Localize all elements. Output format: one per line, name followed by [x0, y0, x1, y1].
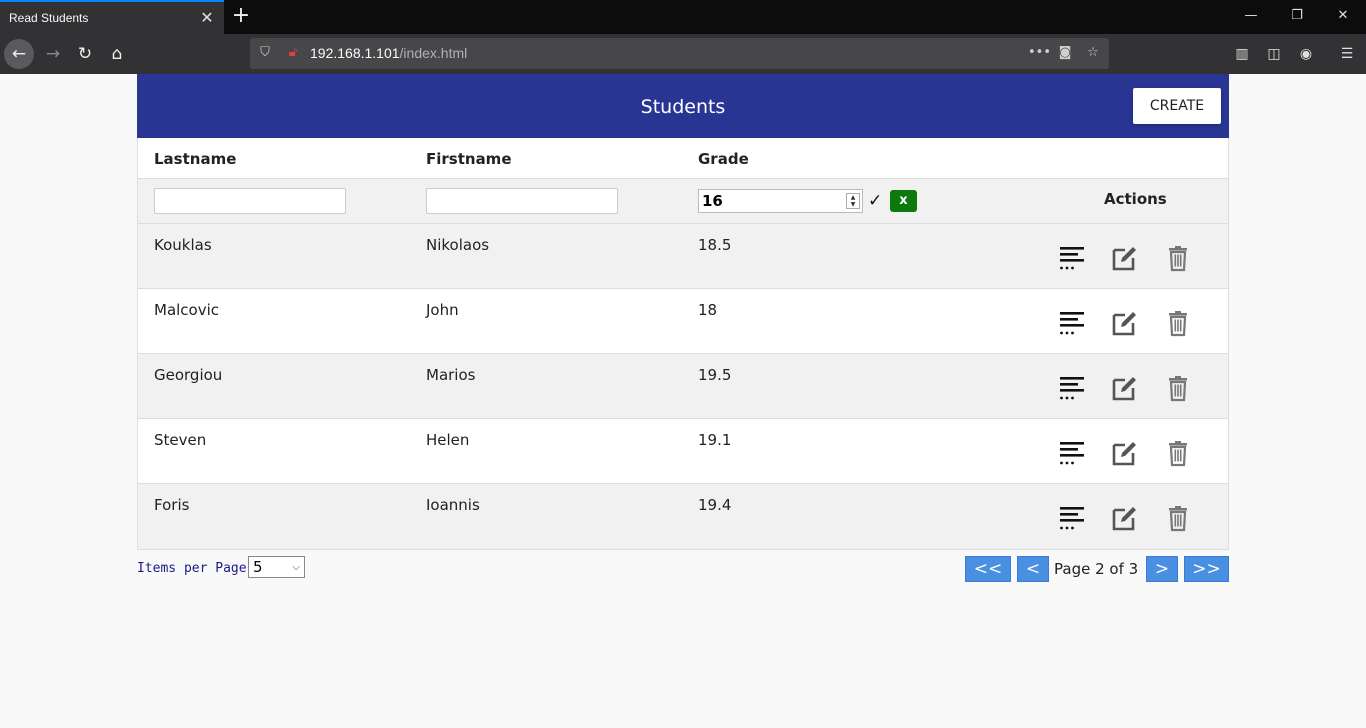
minimize-icon[interactable]: —	[1240, 6, 1262, 26]
cell-grade: 19.1	[698, 431, 732, 449]
account-icon[interactable]: ◉	[1296, 44, 1316, 64]
next-page-button[interactable]: >	[1146, 556, 1178, 582]
trash-icon[interactable]	[1164, 309, 1192, 337]
chevron-down-icon: ⌵	[292, 562, 300, 573]
page-indicator: Page 2 of 3	[1054, 560, 1139, 578]
page-title: Students	[640, 96, 726, 118]
cell-lastname: Kouklas	[154, 236, 212, 254]
trash-icon[interactable]	[1164, 504, 1192, 532]
column-header-lastname[interactable]: Lastname	[154, 150, 236, 168]
url-bar[interactable]: ⛉ 🔓︎ 192.168.1.101/index.html ••• ◙ ☆	[250, 38, 1109, 69]
last-page-button[interactable]: >>	[1184, 556, 1229, 582]
table-body: Kouklas Nikolaos 18.5 Malcovic John 18 G…	[138, 224, 1228, 549]
table-row: Steven Helen 19.1	[138, 419, 1228, 484]
browser-tab-bar: Read Students ✕ + — ❐ ✕	[0, 0, 1366, 34]
first-page-button[interactable]: <<	[965, 556, 1011, 582]
browser-nav-bar: ← → ↻ ⌂ ⛉ 🔓︎ 192.168.1.101/index.html ••…	[0, 34, 1366, 74]
insecure-lock-icon[interactable]: 🔓︎	[284, 44, 302, 62]
edit-icon[interactable]	[1110, 374, 1138, 402]
cell-firstname: Marios	[426, 366, 476, 384]
cell-firstname: Helen	[426, 431, 470, 449]
create-button[interactable]: CREATE	[1133, 88, 1221, 124]
clear-filter-button[interactable]: x	[890, 190, 917, 212]
prev-page-button[interactable]: <	[1017, 556, 1049, 582]
shield-icon[interactable]: ⛉	[256, 44, 274, 62]
browser-tab[interactable]: Read Students ✕	[0, 0, 224, 34]
home-icon[interactable]: ⌂	[102, 39, 132, 69]
cell-firstname: Nikolaos	[426, 236, 490, 254]
bookmark-star-icon[interactable]: ☆	[1084, 44, 1102, 62]
cell-lastname: Georgiou	[154, 366, 223, 384]
grade-spinner-icon[interactable]: ▲ ▼	[846, 193, 860, 209]
details-icon[interactable]	[1058, 374, 1086, 402]
edit-icon[interactable]	[1110, 504, 1138, 532]
cell-lastname: Steven	[154, 431, 207, 449]
edit-icon[interactable]	[1110, 244, 1138, 272]
reload-icon[interactable]: ↻	[70, 39, 100, 69]
restore-icon[interactable]: ❐	[1286, 6, 1308, 26]
cell-grade: 19.4	[698, 496, 732, 514]
table-row: Kouklas Nikolaos 18.5	[138, 224, 1228, 289]
trash-icon[interactable]	[1164, 439, 1192, 467]
forward-arrow-icon[interactable]: →	[38, 39, 68, 69]
app-header: Students CREATE	[137, 74, 1229, 138]
items-per-page-value: 5	[253, 558, 263, 576]
edit-icon[interactable]	[1110, 439, 1138, 467]
details-icon[interactable]	[1058, 439, 1086, 467]
students-table: Lastname Firstname Grade 16 ▲ ▼ ✓ x Actio…	[137, 138, 1229, 550]
details-icon[interactable]	[1058, 504, 1086, 532]
pagination-bar: Items per Page: 5 ⌵ << < Page 2 of 3 > >…	[137, 550, 1229, 590]
cell-grade: 19.5	[698, 366, 732, 384]
filter-row: 16 ▲ ▼ ✓ x Actions	[138, 179, 1228, 224]
window-close-icon[interactable]: ✕	[1332, 6, 1354, 26]
trash-icon[interactable]	[1164, 244, 1192, 272]
grade-filter-value: 16	[702, 192, 723, 210]
more-icon[interactable]: •••	[1028, 44, 1051, 62]
tab-title: Read Students	[9, 11, 89, 25]
menu-icon[interactable]: ☰	[1337, 44, 1357, 64]
cell-grade: 18	[698, 301, 718, 319]
lastname-filter-input[interactable]	[154, 188, 346, 214]
edit-icon[interactable]	[1110, 309, 1138, 337]
cell-grade: 18.5	[698, 236, 732, 254]
actions-header: Actions	[1104, 190, 1167, 208]
items-per-page-label: Items per Page:	[137, 561, 255, 576]
library-icon[interactable]: ▥	[1232, 44, 1252, 64]
column-header-grade[interactable]: Grade	[698, 150, 749, 168]
sidebar-icon[interactable]: ◫	[1264, 44, 1284, 64]
back-arrow-icon[interactable]: ←	[4, 39, 34, 69]
items-per-page-select[interactable]: 5 ⌵	[248, 556, 305, 578]
url-path: /index.html	[399, 45, 468, 61]
cell-firstname: John	[426, 301, 459, 319]
cell-lastname: Malcovic	[154, 301, 220, 319]
apply-filter-check-icon[interactable]: ✓	[868, 191, 882, 211]
table-row: Foris Ioannis 19.4	[138, 484, 1228, 549]
details-icon[interactable]	[1058, 244, 1086, 272]
url-text: 192.168.1.101/index.html	[310, 45, 467, 61]
pocket-icon[interactable]: ◙	[1056, 44, 1074, 62]
table-row: Georgiou Marios 19.5	[138, 354, 1228, 419]
cell-firstname: Ioannis	[426, 496, 480, 514]
column-header-firstname[interactable]: Firstname	[426, 150, 512, 168]
close-tab-icon[interactable]: ✕	[199, 9, 215, 27]
url-host: 192.168.1.101	[310, 45, 400, 61]
trash-icon[interactable]	[1164, 374, 1192, 402]
new-tab-icon[interactable]: +	[230, 5, 252, 27]
table-row: Malcovic John 18	[138, 289, 1228, 354]
details-icon[interactable]	[1058, 309, 1086, 337]
grade-filter-input[interactable]: 16 ▲ ▼	[698, 189, 863, 213]
students-app: Students CREATE Lastname Firstname Grade…	[137, 74, 1229, 590]
table-header-row: Lastname Firstname Grade	[138, 138, 1228, 179]
firstname-filter-input[interactable]	[426, 188, 618, 214]
cell-lastname: Foris	[154, 496, 190, 514]
